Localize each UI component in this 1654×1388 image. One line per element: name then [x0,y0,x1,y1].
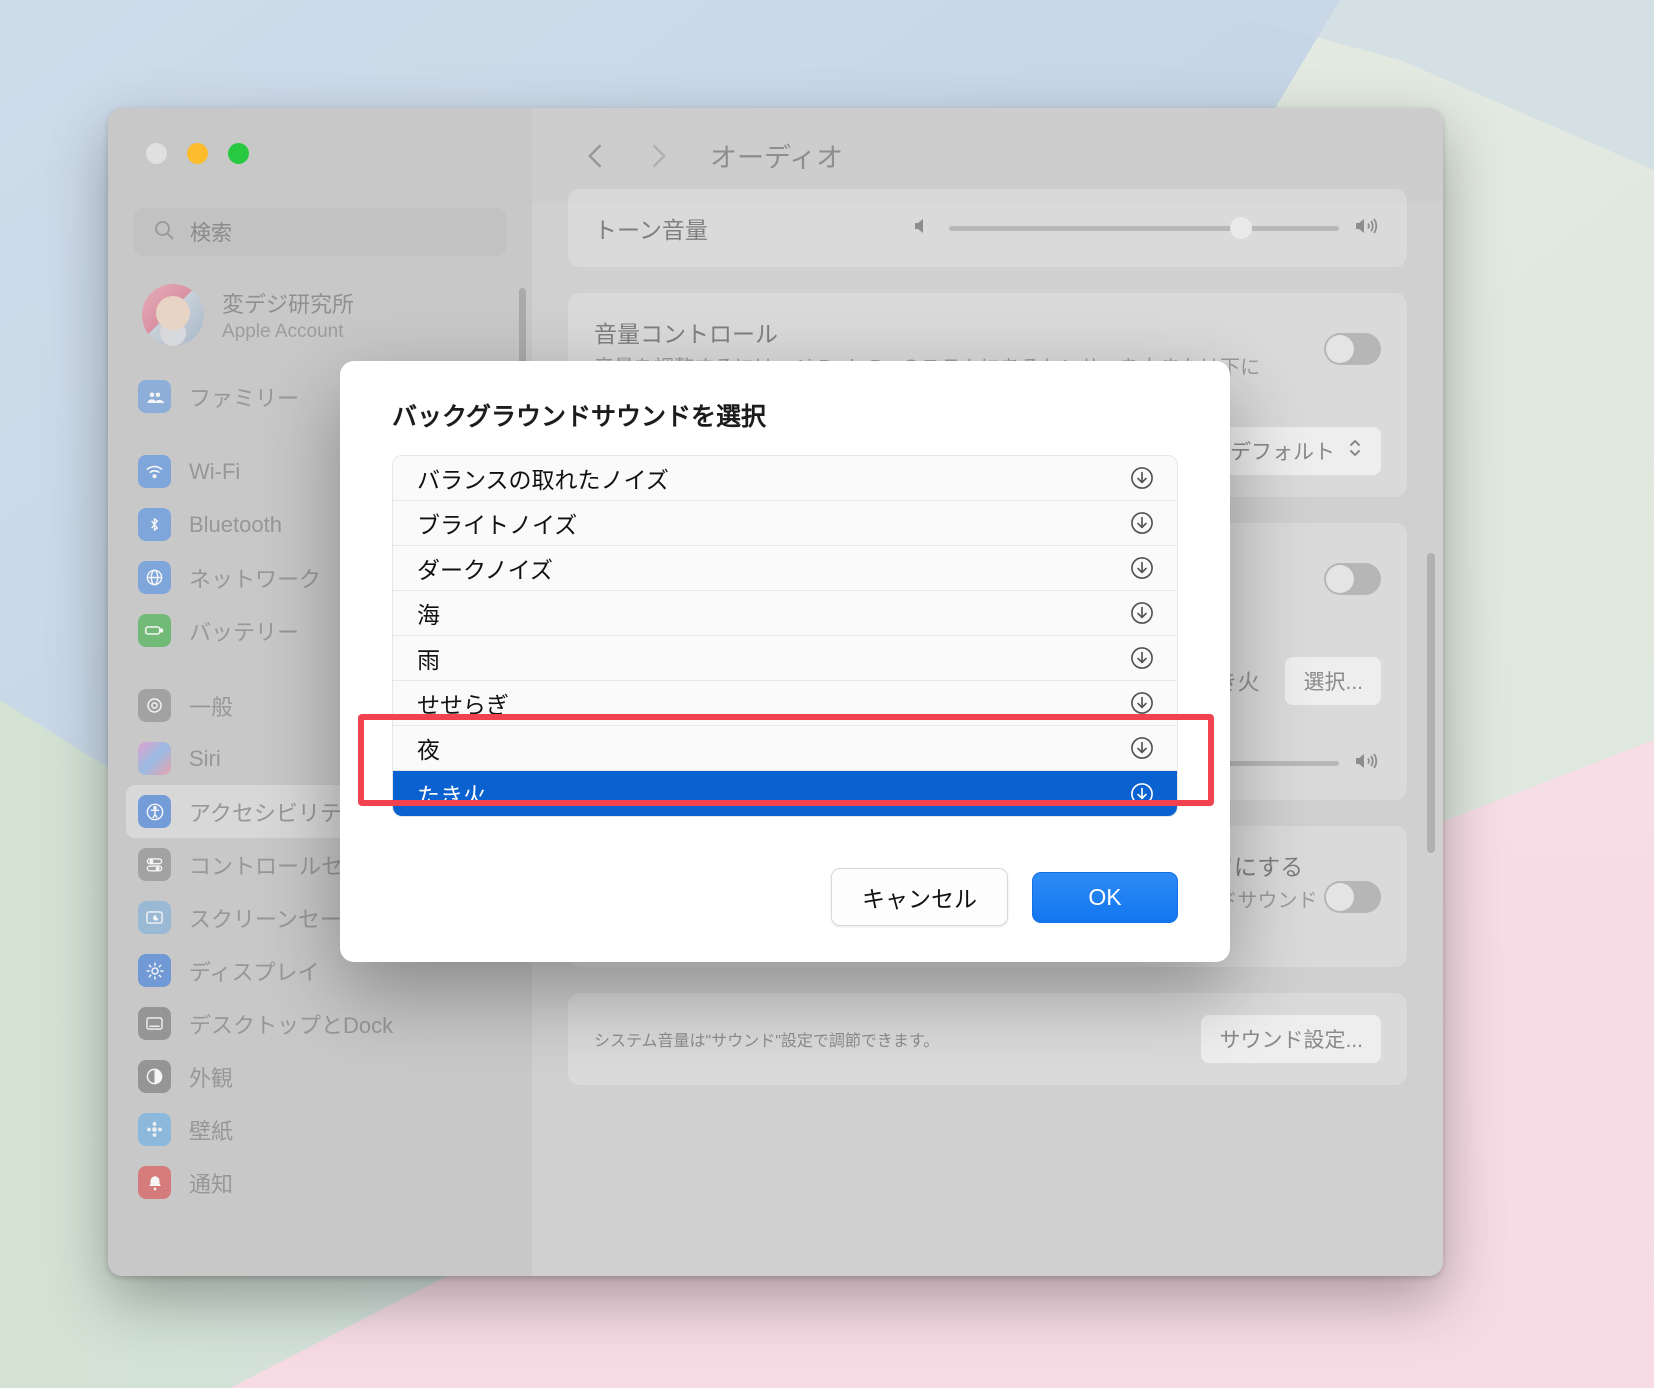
list-item-label: せせらぎ [417,692,509,718]
sidebar-item-notifications[interactable]: 通知 [126,1156,518,1209]
sidebar-item-label: アクセシビリティ [189,800,363,826]
account-name: 変デジ研究所 [222,292,355,317]
close-button[interactable] [146,143,167,164]
tone-volume-card: トーン音量 [568,189,1407,267]
sidebar-item-label: Bluetooth [189,511,282,537]
ok-button[interactable]: OK [1032,871,1178,923]
list-item-label: ブライトノイズ [417,512,578,538]
wallpaper-icon [138,1113,171,1146]
list-item[interactable]: 海 [393,591,1177,636]
sidebar-item-label: 一般 [189,694,234,720]
dialog-title: バックグラウンドサウンドを選択 [392,403,767,431]
download-circle-icon[interactable] [1129,781,1155,807]
download-circle-icon[interactable] [1129,465,1155,491]
download-circle-icon[interactable] [1129,735,1155,761]
default-select[interactable]: デフォルト [1212,427,1381,475]
speaker-high-icon [1353,214,1381,243]
cancel-button[interactable]: キャンセル [831,868,1008,926]
back-button[interactable] [568,128,624,184]
system-volume-note: システム音量は"サウンド"設定で調節できます。 [594,1033,940,1050]
notifications-icon [138,1166,171,1199]
sidebar-item-label: 通知 [189,1171,234,1197]
page-title: オーディオ [710,143,844,173]
list-item-label: たき火 [417,782,486,809]
sound-list: バランスの取れたノイズ ブライトノイズ ダークノイズ 海 雨 せせらぎ 夜 たき… [392,455,1178,817]
sidebar-item-label: 壁紙 [189,1118,234,1144]
sidebar-item-label: Wi-Fi [189,458,241,484]
list-item[interactable]: 雨 [393,636,1177,681]
list-item-label: バランスの取れたノイズ [417,467,669,493]
sidebar-item-label: ディスプレイ [189,959,320,985]
gear-icon [138,689,171,722]
list-item[interactable]: バランスの取れたノイズ [393,456,1177,501]
avatar [142,284,204,346]
sidebar-item-label: Siri [189,745,221,771]
list-item[interactable]: せせらぎ [393,681,1177,726]
control-center-icon [138,848,171,881]
content-scrollbar[interactable] [1427,553,1435,853]
list-item-label: 雨 [417,647,440,673]
sidebar-item-label: ネットワーク [189,566,322,592]
traffic-lights [146,143,249,164]
battery-icon [138,614,171,647]
list-item[interactable]: 夜 [393,726,1177,771]
search-placeholder: 検索 [190,222,232,245]
list-item[interactable]: ダークノイズ [393,546,1177,591]
sidebar-item-label: デスクトップとDock [189,1012,394,1038]
download-circle-icon[interactable] [1129,645,1155,671]
minimize-button[interactable] [187,143,208,164]
account-row[interactable]: 変デジ研究所 Apple Account [134,278,506,352]
desktop-dock-icon [138,1007,171,1040]
system-volume-card: システム音量は"サウンド"設定で調節できます。 サウンド設定... [568,993,1407,1085]
choose-background-sound-dialog: バックグラウンドサウンドを選択 バランスの取れたノイズ ブライトノイズ ダークノ… [340,361,1230,962]
screensaver-icon [138,901,171,934]
list-item-label: 海 [417,602,440,628]
volume-control-toggle[interactable] [1324,333,1381,365]
wifi-icon [138,455,171,488]
zoom-button[interactable] [228,143,249,164]
family-icon [138,380,171,413]
sidebar-item-wallpaper[interactable]: 壁紙 [126,1103,518,1156]
choose-sound-label: 選択... [1303,671,1363,694]
background-sounds-toggle[interactable] [1324,563,1381,595]
sound-settings-label: サウンド設定... [1219,1029,1363,1052]
sidebar-item-label: スクリーンセーバ [189,906,364,932]
list-item-selected[interactable]: たき火 [393,771,1177,816]
list-item-label: 夜 [417,737,440,763]
download-circle-icon[interactable] [1129,690,1155,716]
choose-sound-button[interactable]: 選択... [1285,657,1381,705]
sidebar-item-appearance[interactable]: 外観 [126,1050,518,1103]
default-select-value: デフォルト [1230,441,1335,464]
display-brightness-icon [138,954,171,987]
system-volume-row: システム音量は"サウンド"設定で調節できます。 サウンド設定... [594,993,1381,1085]
sidebar-item-desktop-dock[interactable]: デスクトップとDock [126,997,518,1050]
download-circle-icon[interactable] [1129,510,1155,536]
network-globe-icon [138,561,171,594]
dialog-footer: キャンセル OK [340,868,1230,962]
account-subtitle: Apple Account [222,321,344,342]
sidebar-item-label: ファミリー [189,385,300,411]
speaker-low-icon [911,214,935,243]
search-field[interactable]: 検索 [134,208,506,256]
siri-icon [138,742,171,775]
download-circle-icon[interactable] [1129,600,1155,626]
sound-settings-button[interactable]: サウンド設定... [1201,1015,1381,1063]
tone-volume-row: トーン音量 [594,189,1381,267]
volume-control-title: 音量コントロール [594,321,778,347]
speaker-high-icon [1353,749,1381,778]
tone-volume-label: トーン音量 [594,217,708,243]
accessibility-icon [138,795,171,828]
appearance-icon [138,1060,171,1093]
download-circle-icon[interactable] [1129,555,1155,581]
list-item[interactable]: ブライトノイズ [393,501,1177,546]
search-icon [152,218,176,247]
tone-volume-slider[interactable] [911,214,1381,243]
chevron-updown-icon [1347,437,1363,465]
list-item-label: ダークノイズ [417,557,553,583]
auto-off-toggle[interactable] [1324,880,1381,913]
sidebar-item-label: 外観 [189,1065,234,1091]
forward-button[interactable] [630,128,686,184]
sidebar-item-label: バッテリー [189,619,300,645]
bluetooth-icon [138,508,171,541]
